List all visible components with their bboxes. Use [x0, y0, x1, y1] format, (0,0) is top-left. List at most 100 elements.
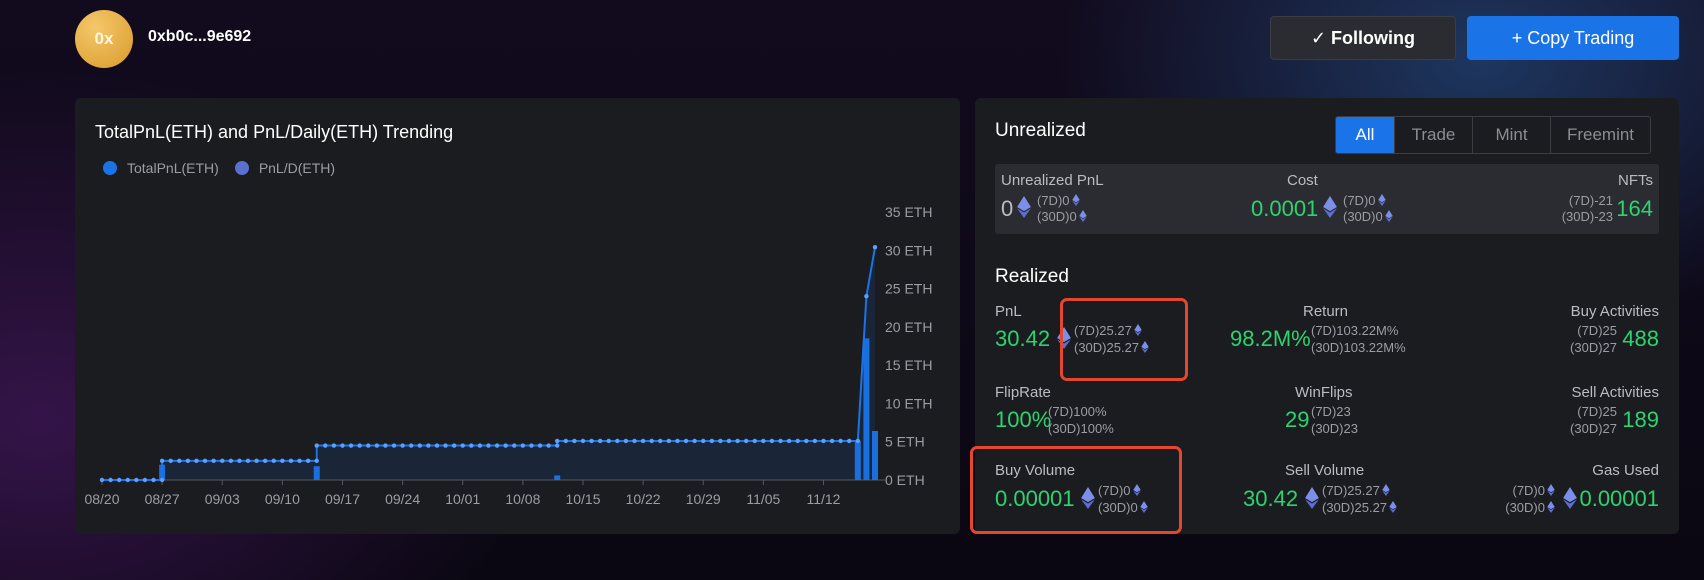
x-tick-label: 08/27 [145, 491, 180, 507]
totalpnl-point [185, 458, 191, 464]
totalpnl-point [116, 477, 122, 483]
totalpnl-point [297, 458, 302, 464]
eth-icon [1382, 484, 1390, 499]
realized-title: Realized [995, 266, 1069, 287]
cost-value: 0.0001 [1251, 196, 1319, 221]
y-tick-label: 35 ETH [885, 204, 932, 220]
totalpnl-point [142, 477, 148, 483]
y-tick-label: 30 ETH [885, 242, 932, 258]
x-tick-label: 11/05 [746, 491, 780, 507]
totalpnl-point [752, 438, 757, 444]
gas-used-label: Gas Used [1592, 462, 1659, 479]
totalpnl-point [615, 438, 620, 444]
totalpnl-point [280, 458, 285, 464]
x-tick-label: 10/01 [445, 491, 480, 507]
totalpnl-point [872, 245, 878, 250]
totalpnl-point [245, 458, 251, 464]
winflips-7d: (7D)23 [1311, 404, 1351, 419]
totalpnl-point [658, 438, 663, 444]
x-tick-label: 09/10 [265, 491, 300, 507]
x-tick-label: 10/22 [626, 491, 661, 507]
totalpnl-point [237, 458, 242, 464]
totalpnl-point [426, 443, 431, 448]
totalpnl-point [512, 443, 517, 448]
x-tick-label: 10/29 [686, 491, 721, 507]
totalpnl-point [580, 438, 586, 444]
totalpnl-point [829, 438, 835, 444]
gas-used-30d: (30D)0 [1505, 500, 1555, 516]
fliprate-7d: (7D)100% [1048, 404, 1107, 419]
totalpnl-point [305, 458, 311, 464]
nfts-30d: (30D)-23 [1561, 209, 1613, 224]
copy-trading-button[interactable]: + Copy Trading [1467, 16, 1679, 60]
cost-7d: (7D)0 [1343, 193, 1386, 209]
totalpnl-point [821, 438, 826, 444]
totalpnl-point [701, 438, 706, 444]
unrealized-pnl-30d: (30D)0 [1037, 209, 1087, 225]
totalpnl-point [623, 438, 629, 444]
totalpnl-point [340, 443, 345, 448]
totalpnl-point [228, 458, 234, 464]
return-30d: (30D)103.22M% [1311, 340, 1406, 355]
totalpnl-point [434, 443, 440, 448]
totalpnl-point [125, 477, 130, 483]
buy-activities-label: Buy Activities [1570, 303, 1659, 320]
totalpnl-point [855, 438, 861, 444]
eth-icon [1547, 484, 1555, 499]
tab-mint[interactable]: Mint [1472, 117, 1550, 153]
winflips-30d: (30D)23 [1311, 421, 1358, 436]
totalpnl-point [666, 438, 672, 444]
totalpnl-point [323, 443, 328, 448]
totalpnl-point [675, 438, 680, 444]
return-7d: (7D)103.22M% [1311, 323, 1399, 338]
totalpnl-point [194, 458, 199, 464]
totalpnl-point [529, 443, 534, 448]
totalpnl-point [314, 458, 319, 464]
sell-volume-30d: (30D)25.27 [1322, 500, 1397, 516]
sell-activities-7d: (7D)25 [1577, 404, 1617, 419]
x-tick-label: 09/03 [205, 491, 240, 507]
eth-icon [1385, 210, 1393, 225]
totalpnl-point [477, 443, 483, 448]
nfts-value: 164 [1616, 196, 1653, 221]
eth-icon [1547, 501, 1555, 516]
eth-icon [1389, 501, 1397, 516]
tab-freemint[interactable]: Freemint [1550, 117, 1650, 153]
totalpnl-point [735, 438, 740, 444]
pnl-chart[interactable]: 0 ETH 5 ETH 10 ETH 15 ETH 20 ETH 25 ETH 30 ETH… [75, 98, 960, 534]
totalpnl-point [348, 443, 354, 448]
unrealized-pnl-value: 0 [1001, 196, 1014, 221]
nfts-label: NFTs [1618, 172, 1653, 189]
sell-activities-30d: (30D)27 [1570, 421, 1617, 436]
totalpnl-point [786, 438, 792, 444]
tab-trade[interactable]: Trade [1394, 117, 1472, 153]
totalpnl-point [769, 438, 775, 444]
nfts-7d: (7D)-21 [1568, 193, 1613, 208]
totalpnl-point [555, 438, 560, 444]
gas-used-7d: (7D)0 [1512, 483, 1555, 499]
totalpnl-point [288, 458, 294, 464]
cost-label: Cost [1287, 172, 1318, 189]
y-tick-label: 20 ETH [885, 319, 932, 335]
totalpnl-point [159, 477, 165, 483]
tab-all[interactable]: All [1336, 117, 1394, 153]
totalpnl-point [99, 477, 105, 483]
totalpnl-point [168, 458, 173, 464]
fliprate-label: FlipRate [995, 384, 1051, 401]
following-button[interactable]: ✓ Following [1270, 16, 1456, 60]
sell-volume-label: Sell Volume [1285, 462, 1365, 479]
totalpnl-point [743, 438, 749, 444]
wallet-address[interactable]: 0xb0c...9e692 [148, 28, 251, 46]
unrealized-pnl-label: Unrealized PnL [1001, 172, 1104, 189]
totalpnl-point [804, 438, 809, 444]
totalpnl-point [374, 443, 380, 448]
eth-icon [1071, 194, 1080, 209]
totalpnl-point [726, 438, 732, 444]
pnl-value: 30.42 [995, 326, 1051, 351]
x-tick-label: 11/12 [806, 491, 840, 507]
totalpnl-point [151, 477, 156, 483]
sell-volume-7d: (7D)25.27 [1322, 483, 1390, 499]
eth-icon [1305, 487, 1319, 514]
buy-activities-30d: (30D)27 [1570, 340, 1617, 355]
totalpnl-point [847, 438, 852, 444]
